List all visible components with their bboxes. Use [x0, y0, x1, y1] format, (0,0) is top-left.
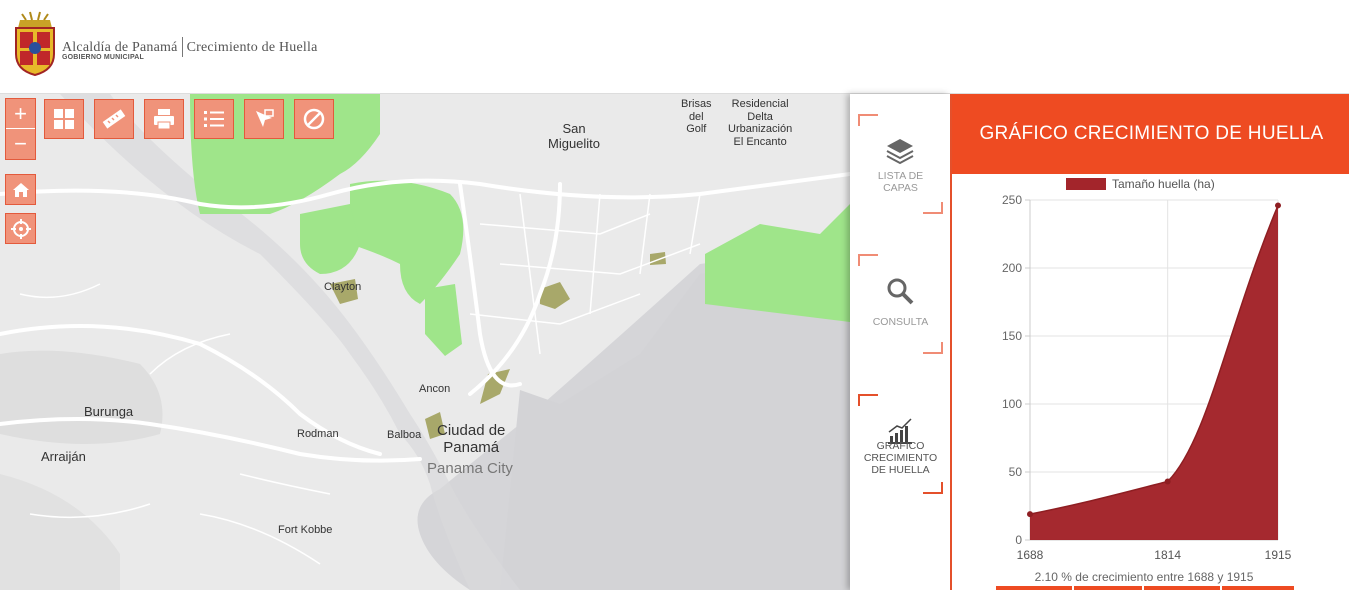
panel-tab-strip[interactable] [1144, 586, 1220, 590]
crosshair-icon [10, 218, 31, 239]
label-residencial-delta: Residencial Delta Urbanización El Encant… [728, 98, 793, 148]
data-point [1164, 478, 1171, 485]
data-point [1027, 511, 1033, 518]
legend-swatch [1066, 178, 1106, 190]
y-tick-label: 50 [1009, 465, 1023, 479]
sidebar-item-layer-list[interactable]: LISTA DE CAPAS [858, 114, 943, 214]
brand-separator [181, 37, 183, 57]
printer-icon [154, 109, 174, 130]
panel-tab-strip[interactable] [996, 586, 1072, 590]
corner-decoration [858, 394, 878, 406]
y-tick-label: 0 [1015, 533, 1022, 547]
corner-decoration [923, 202, 943, 214]
clear-button[interactable] [294, 99, 334, 139]
org-name: Alcaldía de Panamá [62, 40, 178, 56]
basemap-gallery-button[interactable] [44, 99, 84, 139]
label-ciudad-de-panama: Ciudad de Panamá [437, 422, 506, 457]
ruler-icon [102, 109, 126, 129]
sidebar-item-label: CONSULTA [872, 316, 929, 328]
corner-decoration [923, 342, 943, 354]
layers-icon [886, 139, 914, 165]
measure-button[interactable] [94, 99, 134, 139]
x-tick-label: 1688 [1017, 548, 1044, 562]
y-tick-label: 100 [1002, 397, 1022, 411]
zoom-in-button[interactable]: + [6, 99, 35, 129]
x-tick-label: 1814 [1154, 548, 1181, 562]
label-clayton: Clayton [324, 281, 362, 293]
y-tick-label: 250 [1002, 193, 1022, 207]
label-balboa: Balboa [387, 429, 422, 441]
data-point [1275, 202, 1281, 209]
sidebar-item-growth-chart[interactable]: GRÁFICO CRECIMIENTO DE HUELLA [858, 394, 943, 494]
label-fort-kobbe: Fort Kobbe [278, 524, 333, 536]
app-title: Crecimiento de Huella [186, 40, 318, 56]
grid-icon [54, 109, 74, 129]
growth-chart-panel: GRÁFICO CRECIMIENTO DE HUELLA Tamaño hue… [950, 94, 1349, 590]
growth-chart: Tamaño huella (ha) 0 50 100 150 200 250 1688 181… [1002, 177, 1292, 562]
growth-caption: 2.10 % de crecimiento entre 1688 y 1915 [1034, 570, 1254, 584]
panel-tab-strip[interactable] [1074, 586, 1142, 590]
sidebar-item-label: GRÁFICO CRECIMIENTO DE HUELLA [863, 440, 938, 476]
zoom-control: + − [5, 98, 36, 160]
search-icon [887, 278, 914, 305]
sidebar-item-query[interactable]: CONSULTA [858, 254, 943, 354]
y-tick-label: 150 [1002, 329, 1022, 343]
corner-decoration [858, 254, 878, 266]
legend-label: Tamaño huella (ha) [1112, 177, 1215, 191]
list-icon [204, 111, 224, 127]
panel-tab-strip[interactable] [1222, 586, 1294, 590]
sidebar-item-label: LISTA DE CAPAS [877, 170, 924, 194]
locate-button[interactable] [5, 213, 36, 244]
corner-decoration [858, 114, 878, 126]
label-san-miguelito: San Miguelito [548, 121, 601, 151]
tool-sidebar: LISTA DE CAPAS CONSULTA GRÁFICO CRECIMIE… [850, 94, 950, 590]
x-tick-label: 1915 [1265, 548, 1292, 562]
basemap[interactable] [0, 94, 850, 590]
legend-button[interactable] [194, 99, 234, 139]
y-tick-label: 200 [1002, 261, 1022, 275]
zoom-out-button[interactable]: − [6, 129, 35, 159]
brand-block: Alcaldía de Panamá Crecimiento de Huella … [62, 37, 318, 61]
label-ancon: Ancon [419, 383, 451, 395]
coat-of-arms-logo [15, 11, 55, 76]
corner-decoration [923, 482, 943, 494]
home-button[interactable] [5, 174, 36, 205]
label-burunga: Burunga [84, 404, 134, 419]
label-brisas-del-golf: Brisas del Golf [681, 98, 712, 136]
panel-title: GRÁFICO CRECIMIENTO DE HUELLA [952, 94, 1349, 174]
map-view[interactable]: San Miguelito Brisas del Golf Residencia… [0, 94, 850, 590]
label-panama-city: Panama City [427, 460, 513, 477]
select-icon [256, 109, 274, 127]
app-header: Alcaldía de Panamá Crecimiento de Huella … [0, 0, 1349, 94]
print-button[interactable] [144, 99, 184, 139]
series-area [1030, 205, 1278, 540]
label-rodman: Rodman [297, 428, 339, 440]
select-tool-button[interactable] [244, 99, 284, 139]
home-icon [12, 182, 29, 197]
label-arraijan: Arraiján [41, 449, 86, 464]
clear-icon [303, 108, 325, 130]
